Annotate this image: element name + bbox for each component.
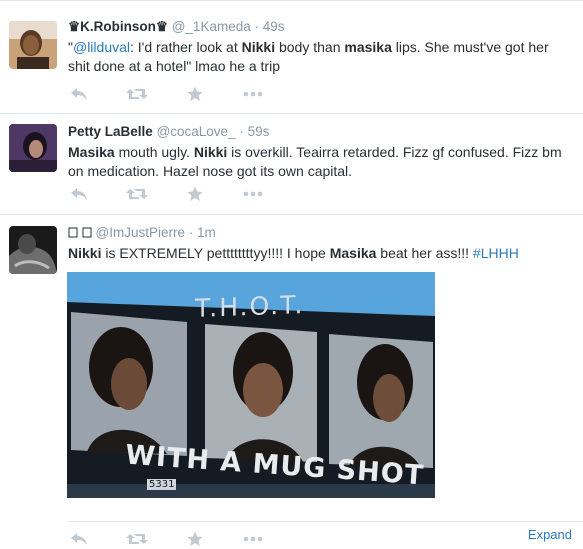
tweet-header: @ImJustPierre · 1m bbox=[68, 224, 571, 242]
highlighted-term: Nikki bbox=[241, 39, 276, 55]
reply-icon[interactable] bbox=[68, 85, 90, 103]
tweet-header: ♛K.Robinson♛ @_1Kameda · 49s bbox=[68, 18, 571, 36]
tweet: Petty LaBelle @cocaLove_ · 59s Masika mo… bbox=[0, 114, 583, 215]
highlighted-term: masika bbox=[344, 39, 392, 55]
separator: · bbox=[239, 124, 244, 139]
highlighted-term: Nikki bbox=[193, 144, 228, 160]
display-name[interactable]: Petty LaBelle bbox=[68, 124, 153, 139]
mention-link[interactable]: @lilduval bbox=[73, 39, 130, 55]
tweet-header: Petty LaBelle @cocaLove_ · 59s bbox=[68, 123, 571, 141]
highlighted-term: Nikki bbox=[68, 245, 102, 261]
tweet-actions bbox=[68, 84, 300, 104]
retweet-icon[interactable] bbox=[126, 185, 148, 203]
star-icon[interactable] bbox=[184, 530, 206, 548]
avatar[interactable] bbox=[9, 21, 57, 69]
tweet-text: Nikki is EXTREMELY pettttttttyy!!!! I ho… bbox=[68, 245, 519, 261]
expand-link[interactable]: Expand bbox=[528, 527, 572, 542]
avatar[interactable] bbox=[9, 226, 57, 274]
timestamp[interactable]: 1m bbox=[197, 225, 216, 240]
billboard-title: T.H.O.T. bbox=[195, 290, 305, 323]
timestamp[interactable]: 59s bbox=[248, 124, 270, 139]
username[interactable]: @_1Kameda bbox=[172, 19, 251, 34]
highlighted-term: Masika bbox=[329, 245, 377, 261]
more-icon[interactable] bbox=[242, 85, 264, 103]
tweet-actions bbox=[68, 529, 300, 549]
more-icon[interactable] bbox=[242, 530, 264, 548]
display-name[interactable] bbox=[68, 225, 96, 240]
separator: · bbox=[188, 225, 194, 240]
emoji-box-icon bbox=[82, 227, 92, 238]
tweet: ♛K.Robinson♛ @_1Kameda · 49s "@lilduval:… bbox=[0, 0, 583, 114]
tweet-text: "@lilduval: I'd rather look at Nikki bod… bbox=[68, 39, 549, 74]
star-icon[interactable] bbox=[184, 85, 206, 103]
retweet-icon[interactable] bbox=[126, 85, 148, 103]
avatar[interactable] bbox=[9, 124, 57, 172]
username[interactable]: @cocaLove_ bbox=[157, 124, 236, 139]
reply-icon[interactable] bbox=[68, 185, 90, 203]
separator: · bbox=[254, 19, 260, 34]
retweet-icon[interactable] bbox=[126, 530, 148, 548]
tweet: @ImJustPierre · 1m Nikki is EXTREMELY pe… bbox=[0, 215, 583, 549]
divider bbox=[68, 521, 583, 522]
display-name[interactable]: ♛K.Robinson♛ bbox=[68, 19, 168, 34]
star-icon[interactable] bbox=[184, 185, 206, 203]
billboard-sign-number: 5331 bbox=[147, 479, 177, 490]
tweet-text: Masika mouth ugly. Nikki is overkill. Te… bbox=[68, 144, 562, 179]
hashtag-link[interactable]: #LHHH bbox=[473, 245, 519, 261]
highlighted-term: Masika bbox=[68, 144, 115, 160]
reply-icon[interactable] bbox=[68, 530, 90, 548]
tweet-actions bbox=[68, 184, 300, 204]
tweet-media-image[interactable]: T.H.O.T. WITH A MUG SHOT 5331 bbox=[67, 272, 435, 498]
timestamp[interactable]: 49s bbox=[263, 19, 285, 34]
more-icon[interactable] bbox=[242, 185, 264, 203]
username[interactable]: @ImJustPierre bbox=[96, 225, 185, 240]
emoji-box-icon bbox=[68, 227, 78, 238]
